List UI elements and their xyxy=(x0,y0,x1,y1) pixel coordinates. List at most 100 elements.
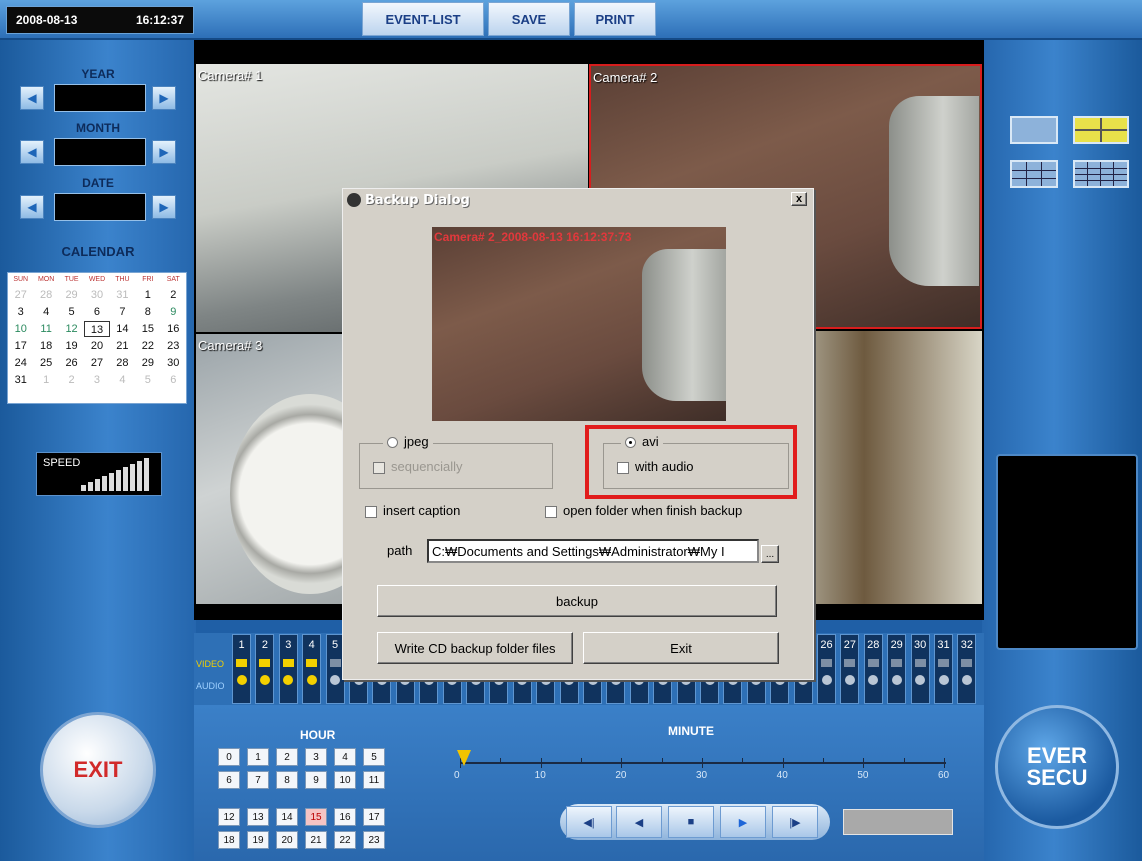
calendar-day[interactable]: 11 xyxy=(33,321,58,337)
hour-button-2[interactable]: 2 xyxy=(276,748,298,766)
calendar-day[interactable]: 12 xyxy=(59,321,84,337)
hour-button-21[interactable]: 21 xyxy=(305,831,327,849)
hour-button-18[interactable]: 18 xyxy=(218,831,240,849)
channel-28[interactable]: 28 xyxy=(863,634,883,704)
sequencially-checkbox[interactable]: sequencially xyxy=(373,459,463,474)
play-button[interactable]: ▶ xyxy=(720,806,766,838)
calendar-day[interactable]: 9 xyxy=(161,304,186,320)
calendar-day[interactable]: 25 xyxy=(33,355,58,371)
calendar-day[interactable]: 3 xyxy=(8,304,33,320)
save-button[interactable]: SAVE xyxy=(488,2,570,36)
calendar-day[interactable]: 4 xyxy=(33,304,58,320)
calendar-day[interactable]: 1 xyxy=(135,287,160,303)
hour-button-8[interactable]: 8 xyxy=(276,771,298,789)
calendar-day[interactable]: 30 xyxy=(84,287,109,303)
calendar-day[interactable]: 4 xyxy=(110,372,135,388)
calendar-day[interactable]: 29 xyxy=(135,355,160,371)
calendar-day[interactable]: 10 xyxy=(8,321,33,337)
hour-button-15[interactable]: 15 xyxy=(305,808,327,826)
step-forward-button[interactable]: |▶ xyxy=(772,806,818,838)
calendar-day[interactable]: 23 xyxy=(161,338,186,354)
hour-button-16[interactable]: 16 xyxy=(334,808,356,826)
channel-26[interactable]: 26 xyxy=(817,634,836,704)
hour-button-14[interactable]: 14 xyxy=(276,808,298,826)
calendar-day[interactable]: 19 xyxy=(59,338,84,354)
calendar-day[interactable]: 28 xyxy=(110,355,135,371)
calendar-day[interactable]: 2 xyxy=(161,287,186,303)
calendar-day[interactable]: 20 xyxy=(84,338,109,354)
channel-29[interactable]: 29 xyxy=(887,634,907,704)
print-button[interactable]: PRINT xyxy=(574,2,656,36)
hour-button-5[interactable]: 5 xyxy=(363,748,385,766)
year-next-button[interactable]: ▶ xyxy=(152,86,176,110)
step-back-button[interactable]: ◀| xyxy=(566,806,612,838)
calendar-day[interactable]: 3 xyxy=(84,372,109,388)
calendar-day[interactable]: 14 xyxy=(110,321,135,337)
exit-button[interactable]: EXIT xyxy=(40,712,156,828)
calendar-day[interactable]: 16 xyxy=(161,321,186,337)
hour-button-0[interactable]: 0 xyxy=(218,748,240,766)
event-list-button[interactable]: EVENT-LIST xyxy=(362,2,484,36)
hour-button-10[interactable]: 10 xyxy=(334,771,356,789)
hour-button-3[interactable]: 3 xyxy=(305,748,327,766)
calendar-day[interactable]: 17 xyxy=(8,338,33,354)
stop-button[interactable]: ■ xyxy=(668,806,714,838)
channel-30[interactable]: 30 xyxy=(910,634,930,704)
calendar-day[interactable]: 13 xyxy=(84,321,110,337)
calendar-day[interactable]: 8 xyxy=(135,304,160,320)
calendar-day[interactable]: 26 xyxy=(59,355,84,371)
layout-1-button[interactable] xyxy=(1010,116,1058,144)
date-prev-button[interactable]: ◀ xyxy=(20,195,44,219)
layout-9-button[interactable] xyxy=(1010,160,1058,188)
hour-button-20[interactable]: 20 xyxy=(276,831,298,849)
rewind-button[interactable]: ◀ xyxy=(616,806,662,838)
channel-2[interactable]: 2 xyxy=(255,634,275,704)
hour-button-23[interactable]: 23 xyxy=(363,831,385,849)
layout-16-button[interactable] xyxy=(1073,160,1129,188)
calendar-day[interactable]: 31 xyxy=(8,372,33,388)
hour-button-11[interactable]: 11 xyxy=(363,771,385,789)
hour-button-4[interactable]: 4 xyxy=(334,748,356,766)
calendar-day[interactable]: 15 xyxy=(135,321,160,337)
calendar-day[interactable]: 30 xyxy=(161,355,186,371)
calendar-day[interactable]: 22 xyxy=(135,338,160,354)
insert-caption-checkbox[interactable]: insert caption xyxy=(365,503,460,518)
speed-meter[interactable]: SPEED xyxy=(36,452,162,496)
calendar-day[interactable]: 27 xyxy=(8,287,33,303)
calendar-day[interactable]: 27 xyxy=(84,355,109,371)
hour-button-22[interactable]: 22 xyxy=(334,831,356,849)
backup-button[interactable]: backup xyxy=(377,585,777,617)
hour-button-1[interactable]: 1 xyxy=(247,748,269,766)
channel-1[interactable]: 1 xyxy=(232,634,251,704)
channel-32[interactable]: 32 xyxy=(957,634,977,704)
channel-4[interactable]: 4 xyxy=(302,634,322,704)
year-field[interactable] xyxy=(54,84,146,112)
calendar-day[interactable]: 21 xyxy=(110,338,135,354)
hour-button-7[interactable]: 7 xyxy=(247,771,269,789)
calendar-day[interactable]: 2 xyxy=(59,372,84,388)
dialog-exit-button[interactable]: Exit xyxy=(583,632,779,664)
close-button[interactable]: x xyxy=(791,192,807,206)
calendar-day[interactable]: 24 xyxy=(8,355,33,371)
calendar-day[interactable]: 5 xyxy=(59,304,84,320)
hour-button-6[interactable]: 6 xyxy=(218,771,240,789)
hour-button-17[interactable]: 17 xyxy=(363,808,385,826)
calendar-day[interactable]: 6 xyxy=(84,304,109,320)
calendar-day[interactable]: 28 xyxy=(33,287,58,303)
month-next-button[interactable]: ▶ xyxy=(152,140,176,164)
path-input[interactable]: C:₩Documents and Settings₩Administrator₩… xyxy=(427,539,759,563)
channel-27[interactable]: 27 xyxy=(840,634,860,704)
open-folder-checkbox[interactable]: open folder when finish backup xyxy=(545,503,742,518)
calendar-day[interactable]: 5 xyxy=(135,372,160,388)
minute-slider[interactable]: 0 10 20 30 40 50 60 xyxy=(454,750,949,790)
channel-3[interactable]: 3 xyxy=(278,634,298,704)
month-field[interactable] xyxy=(54,138,146,166)
hour-button-9[interactable]: 9 xyxy=(305,771,327,789)
layout-4-button[interactable] xyxy=(1073,116,1129,144)
calendar-day[interactable]: 7 xyxy=(110,304,135,320)
hour-button-12[interactable]: 12 xyxy=(218,808,240,826)
jpeg-radio[interactable]: jpeg xyxy=(383,434,433,449)
calendar-day[interactable]: 1 xyxy=(33,372,58,388)
channel-31[interactable]: 31 xyxy=(934,634,953,704)
hour-button-13[interactable]: 13 xyxy=(247,808,269,826)
